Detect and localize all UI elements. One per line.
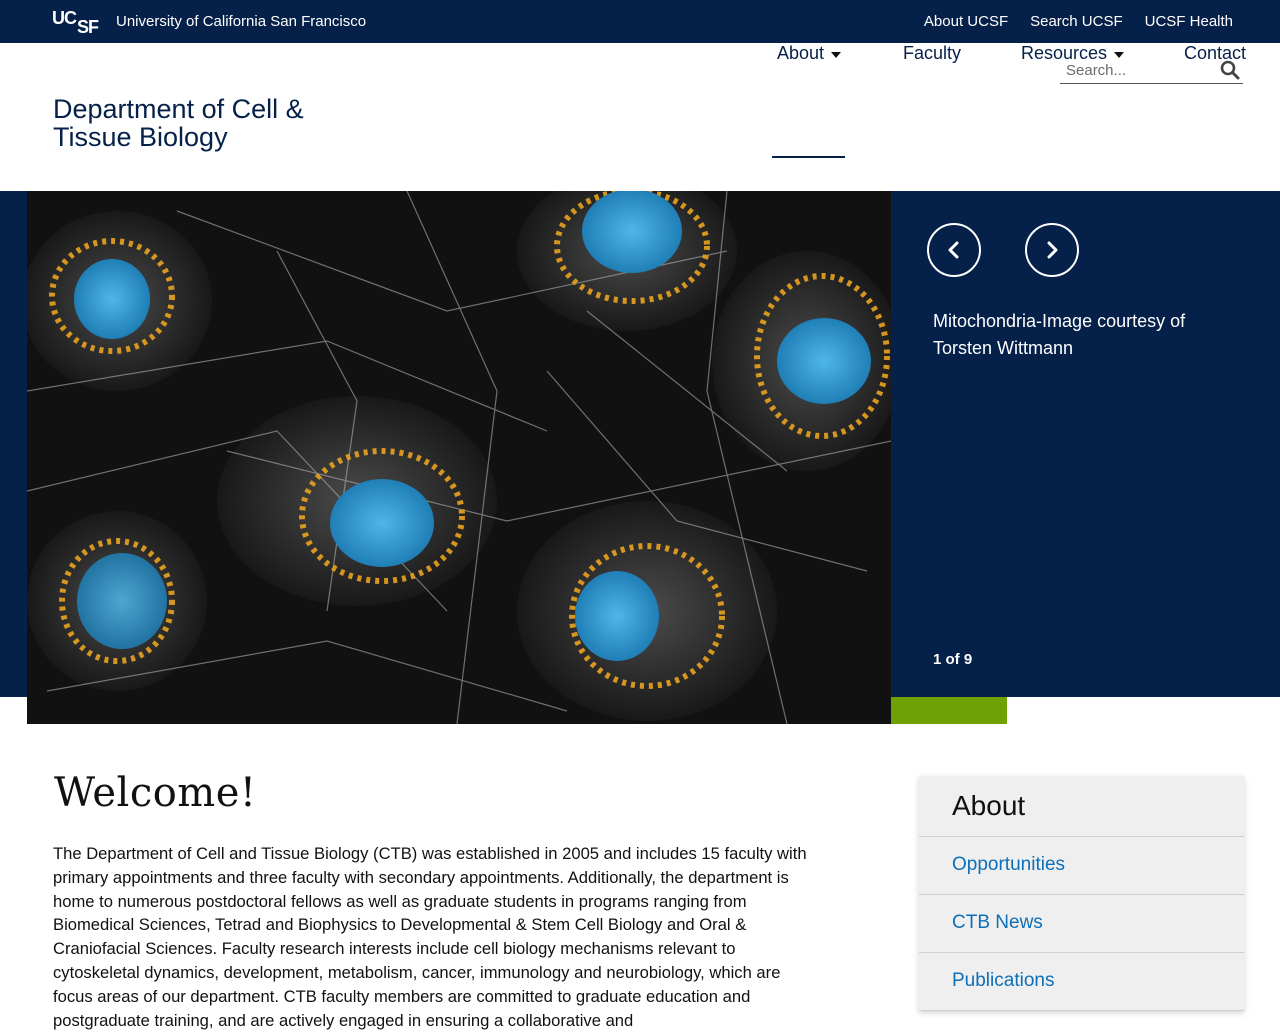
hero-image	[27, 191, 891, 724]
caret-down-icon	[831, 52, 842, 58]
sidebar-title: About	[919, 776, 1244, 837]
sidebar-item-publications[interactable]: Publications	[919, 953, 1244, 1011]
nav-resources-label: Resources	[1021, 43, 1108, 63]
sidebar-item-opportunities[interactable]: Opportunities	[919, 837, 1244, 895]
utility-bar: UC SF University of California San Franc…	[0, 0, 1280, 43]
about-sidebar: About Opportunities CTB News Publication…	[919, 776, 1244, 1011]
nav-faculty[interactable]: Faculty	[903, 43, 961, 75]
nav-contact[interactable]: Contact	[1184, 43, 1246, 75]
search-ucsf-link[interactable]: Search UCSF	[1030, 13, 1123, 30]
slideshow-caption-panel: Mitochondria-Image courtesy of Torsten W…	[891, 191, 1280, 697]
nav-resources[interactable]: Resources	[1021, 43, 1125, 75]
previous-slide-button[interactable]	[927, 223, 981, 277]
utility-links: About UCSF Search UCSF UCSF Health	[924, 13, 1233, 30]
ucsf-health-link[interactable]: UCSF Health	[1145, 13, 1233, 30]
slide-caption: Mitochondria-Image courtesy of Torsten W…	[933, 311, 1186, 358]
welcome-heading: Welcome!	[54, 770, 257, 816]
chevron-left-icon	[948, 241, 959, 259]
active-nav-indicator	[772, 156, 845, 158]
svg-text:UC: UC	[52, 8, 77, 28]
nav-about[interactable]: About	[777, 43, 842, 75]
svg-text:SF: SF	[77, 17, 99, 35]
sidebar-item-ctb-news[interactable]: CTB News	[919, 895, 1244, 953]
ucsf-logo[interactable]: UC SF	[52, 7, 108, 35]
slide-counter: 1 of 9	[933, 651, 973, 668]
nav-about-label: About	[777, 43, 825, 63]
next-slide-button[interactable]	[1025, 223, 1079, 277]
site-header: Department of Cell & Tissue Biology Abou…	[0, 43, 1280, 191]
intro-paragraph: The Department of Cell and Tissue Biolog…	[53, 844, 807, 1030]
slide-progress-accent	[891, 697, 1007, 724]
chevron-right-icon	[1047, 241, 1058, 259]
department-title[interactable]: Department of Cell & Tissue Biology	[53, 95, 353, 151]
about-ucsf-link[interactable]: About UCSF	[924, 13, 1008, 30]
university-name[interactable]: University of California San Francisco	[116, 13, 366, 30]
caret-down-icon	[1114, 52, 1125, 58]
